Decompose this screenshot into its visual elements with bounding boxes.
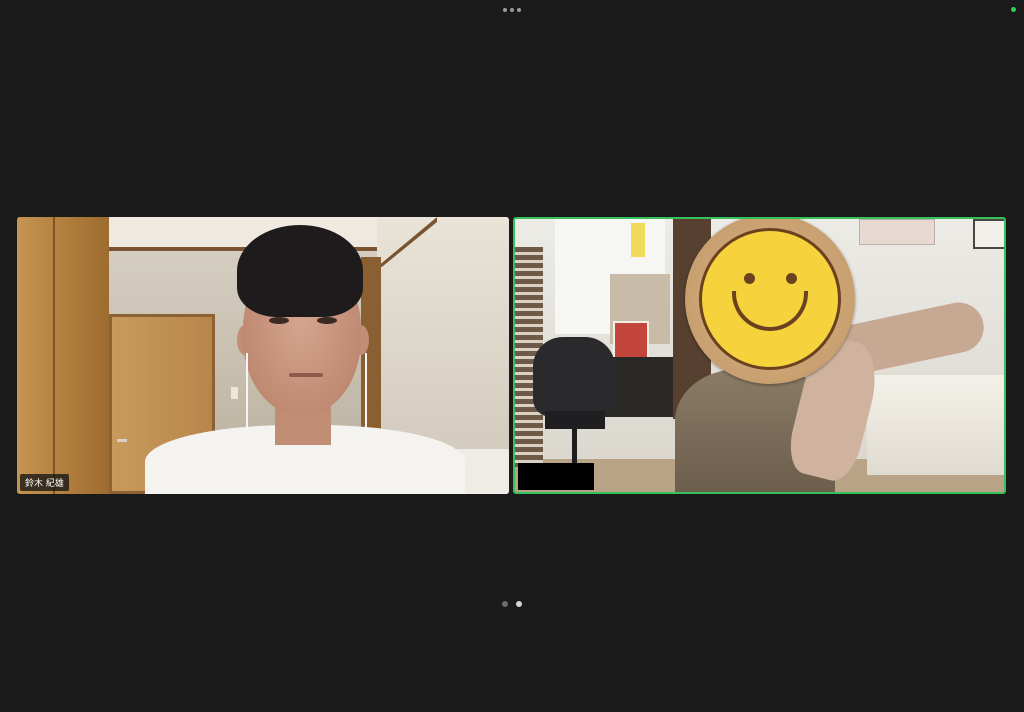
more-horizontal-icon: [503, 8, 507, 12]
participant-name-label: 鈴木 紀雄: [20, 474, 69, 491]
smiley-face: [699, 228, 841, 370]
video-meeting-window: 鈴木 紀雄: [0, 0, 1024, 712]
more-dot: [510, 8, 514, 12]
scene-picture: [613, 321, 649, 359]
connection-status-icon: [1011, 7, 1016, 12]
earbud-wire: [365, 353, 367, 443]
smiley-mouth: [732, 291, 808, 331]
participant-video-tile[interactable]: 鈴木 紀雄: [17, 217, 509, 494]
scene-desk: [605, 357, 675, 417]
participant-person: [145, 225, 465, 494]
page-indicator: [497, 598, 527, 610]
page-dot-1[interactable]: [502, 601, 508, 607]
person-eye: [269, 317, 289, 324]
video-feed: [515, 219, 1004, 492]
smiley-face-icon: [685, 219, 855, 384]
active-speaker-video-tile[interactable]: [513, 217, 1006, 494]
person-eye: [317, 317, 337, 324]
scene-wardrobe: [17, 217, 109, 494]
scene-note: [631, 223, 645, 257]
person-hair: [237, 225, 363, 317]
earbud-wire: [246, 353, 248, 428]
scene-wall-art: [973, 219, 1004, 249]
scene-door-handle: [117, 439, 127, 442]
video-feed: [17, 217, 509, 494]
scene-chair-seat: [545, 411, 605, 429]
smiley-eye: [744, 273, 755, 284]
scene-wall-art: [859, 219, 935, 245]
scene-bed: [867, 375, 1004, 475]
person-mouth: [289, 373, 323, 377]
more-options-button[interactable]: [496, 2, 528, 18]
scene-chair: [533, 337, 615, 417]
scene-wardrobe-line: [53, 217, 55, 494]
redacted-name-label: [518, 463, 594, 490]
smiley-eye: [786, 273, 797, 284]
page-dot-2-active[interactable]: [516, 601, 522, 607]
more-dot: [517, 8, 521, 12]
